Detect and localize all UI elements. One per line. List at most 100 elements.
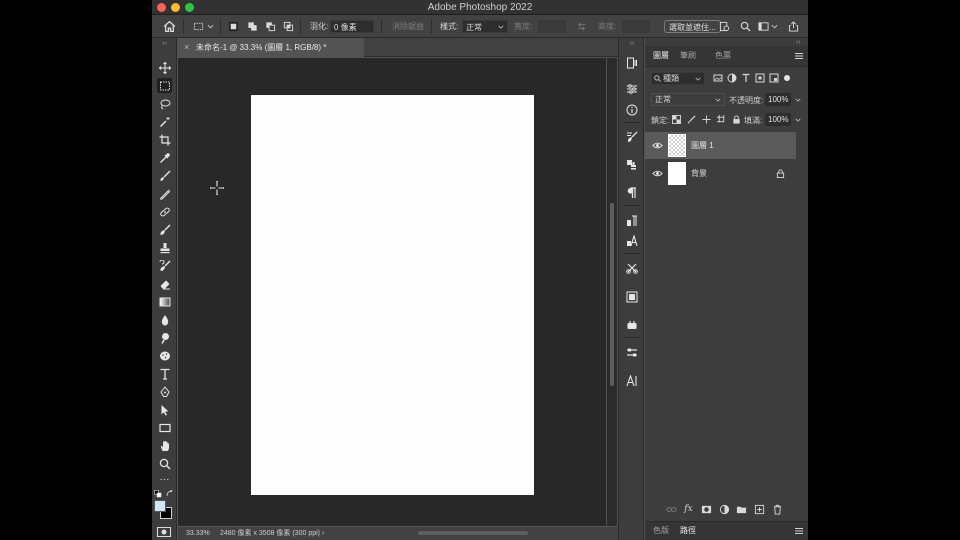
- chevron-down-icon[interactable]: [795, 117, 801, 123]
- width-input[interactable]: [538, 20, 566, 33]
- new-selection-icon[interactable]: [228, 21, 239, 32]
- filter-pixel-icon[interactable]: [713, 73, 723, 83]
- pen-icon[interactable]: [157, 384, 172, 399]
- link-layers-icon[interactable]: [666, 504, 677, 515]
- share-icon[interactable]: [788, 21, 799, 32]
- canvas-area[interactable]: [178, 58, 606, 526]
- paragraph-panel-icon[interactable]: [625, 186, 639, 200]
- zoom-level-field[interactable]: 33.33%: [186, 527, 210, 540]
- close-tab-icon[interactable]: ×: [184, 38, 189, 57]
- height-input[interactable]: [622, 20, 650, 33]
- tool-presets-icon[interactable]: [625, 261, 639, 275]
- opacity-input[interactable]: 100%: [765, 93, 792, 106]
- libraries-icon[interactable]: [625, 290, 639, 304]
- character-styles-icon[interactable]: [625, 234, 639, 248]
- foreground-color-swatch[interactable]: [154, 500, 166, 512]
- lasso-icon[interactable]: [157, 96, 172, 111]
- layer-name[interactable]: 背景: [691, 160, 707, 187]
- healing-icon[interactable]: [157, 204, 172, 219]
- clone-stamp-icon[interactable]: [157, 240, 172, 255]
- paragraph-styles-icon[interactable]: [625, 214, 639, 228]
- eyedropper-icon[interactable]: [157, 150, 172, 165]
- panel-menu-icon[interactable]: [795, 527, 803, 535]
- more-icon[interactable]: ···: [157, 472, 172, 487]
- filter-smart-object-icon[interactable]: [769, 73, 779, 83]
- collapse-icon[interactable]: ‹‹: [625, 40, 639, 47]
- layer-filter-select[interactable]: 種類: [651, 72, 705, 85]
- magic-wand-icon[interactable]: [157, 114, 172, 129]
- refine-mask-icon[interactable]: [719, 21, 730, 32]
- subtract-selection-icon[interactable]: [265, 21, 276, 32]
- tab-brushes[interactable]: 筆刷: [680, 46, 696, 66]
- new-group-icon[interactable]: [736, 504, 747, 515]
- antialias-checkbox[interactable]: 消除鋸齒: [392, 15, 424, 38]
- lock-pixels-icon[interactable]: [687, 115, 696, 124]
- zoom-icon[interactable]: [157, 456, 172, 471]
- path-select-icon[interactable]: [157, 402, 172, 417]
- expand-tools-icon[interactable]: ››: [157, 40, 172, 47]
- feather-input[interactable]: 0 像素: [330, 20, 374, 33]
- layer-style-icon[interactable]: fx: [683, 504, 694, 515]
- eye-icon[interactable]: [652, 140, 663, 151]
- brush-settings-icon[interactable]: [625, 130, 639, 144]
- move-icon[interactable]: [157, 60, 172, 75]
- filter-shape-icon[interactable]: [755, 73, 765, 83]
- horizontal-scrollbar[interactable]: [418, 531, 528, 535]
- layer-name[interactable]: 圖層 1: [691, 132, 714, 159]
- chevron-down-icon[interactable]: [771, 21, 778, 32]
- brush-icon[interactable]: [157, 168, 172, 183]
- blur-icon[interactable]: [157, 312, 172, 327]
- layer-row[interactable]: 背景: [645, 160, 796, 187]
- collapse-panels-icon[interactable]: ››: [796, 39, 801, 46]
- lock-icon[interactable]: [776, 169, 785, 178]
- lock-all-icon[interactable]: [732, 115, 741, 124]
- marquee-icon[interactable]: [157, 78, 172, 93]
- sponge-icon[interactable]: [157, 348, 172, 363]
- gradient-icon[interactable]: [157, 294, 172, 309]
- workspace-icon[interactable]: [758, 21, 769, 32]
- panel-menu-icon[interactable]: [795, 52, 803, 60]
- chevron-down-icon[interactable]: [795, 97, 801, 103]
- tab-layers[interactable]: 圖層: [653, 46, 669, 66]
- clone-source-icon[interactable]: [625, 158, 639, 172]
- style-select[interactable]: 正常: [462, 20, 508, 33]
- rectangle-icon[interactable]: [157, 420, 172, 435]
- document-tab[interactable]: × 未命名-1 @ 33.3% (圖層 1, RGB/8) *: [178, 38, 364, 57]
- hand-icon[interactable]: [157, 438, 172, 453]
- info-panel-icon[interactable]: [625, 103, 639, 117]
- swap-colors-icon[interactable]: [166, 490, 174, 498]
- eraser-icon[interactable]: [157, 276, 172, 291]
- filter-type-icon[interactable]: [741, 73, 751, 83]
- eye-icon[interactable]: [652, 168, 663, 179]
- dodge-icon[interactable]: [157, 330, 172, 345]
- adjustment-layer-icon[interactable]: [719, 504, 730, 515]
- select-and-mask-button[interactable]: 選取並遮住...: [664, 20, 721, 33]
- default-colors-icon[interactable]: [154, 490, 162, 498]
- actions-panel-icon[interactable]: [625, 318, 639, 332]
- fill-input[interactable]: 100%: [765, 113, 792, 126]
- tab-swatches[interactable]: 色票: [715, 46, 731, 66]
- history-panel-icon[interactable]: [625, 56, 639, 70]
- clone-brush-icon[interactable]: [157, 222, 172, 237]
- lock-position-icon[interactable]: [702, 115, 711, 124]
- lock-artboard-icon[interactable]: [717, 115, 726, 124]
- layer-row[interactable]: 圖層 1: [645, 132, 796, 159]
- swap-dimensions-icon[interactable]: [576, 21, 587, 32]
- adjustments-panel-icon[interactable]: [625, 82, 639, 96]
- scrollbar-thumb[interactable]: [610, 203, 614, 386]
- type-icon[interactable]: [157, 366, 172, 381]
- glyphs-panel-icon[interactable]: [625, 374, 639, 388]
- chevron-down-icon[interactable]: [207, 21, 214, 32]
- search-icon[interactable]: [740, 21, 751, 32]
- layers-scrollbar[interactable]: [799, 132, 805, 492]
- tab-channels[interactable]: 色版: [653, 522, 669, 540]
- add-selection-icon[interactable]: [247, 21, 258, 32]
- tab-paths[interactable]: 路徑: [680, 522, 696, 540]
- add-mask-icon[interactable]: [701, 504, 712, 515]
- new-layer-icon[interactable]: [754, 504, 765, 515]
- delete-layer-icon[interactable]: [772, 504, 783, 515]
- marquee-preset-icon[interactable]: [193, 21, 204, 32]
- document-canvas[interactable]: [251, 95, 534, 495]
- pencil-icon[interactable]: [157, 186, 172, 201]
- filter-adjustment-icon[interactable]: [727, 73, 737, 83]
